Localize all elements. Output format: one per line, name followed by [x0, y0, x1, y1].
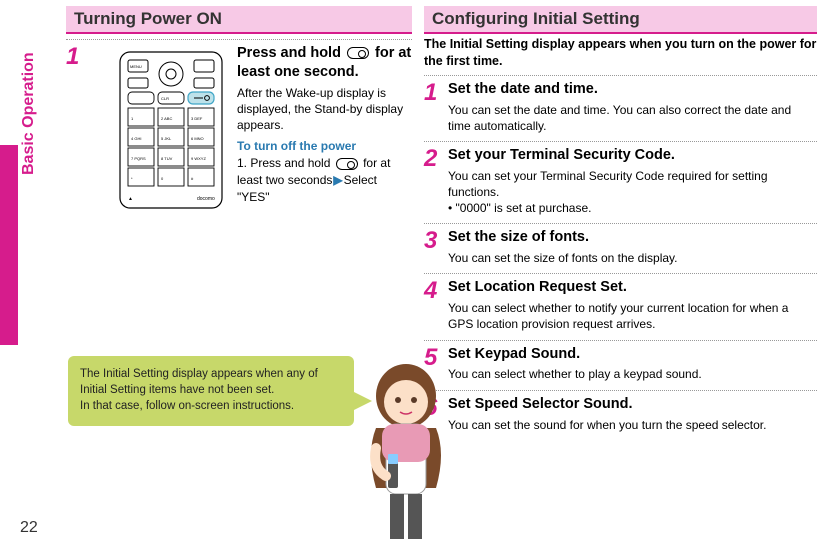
- step-number: 1: [424, 80, 448, 134]
- svg-text:3 DEF: 3 DEF: [191, 116, 203, 121]
- svg-text:▲: ▲: [128, 196, 133, 202]
- step-desc: You can select whether to notify your cu…: [448, 300, 817, 332]
- callout-line-1: The Initial Setting display appears when…: [80, 366, 342, 398]
- title-text-pre: Press and hold: [237, 45, 345, 61]
- section-header-initial-setting: Configuring Initial Setting: [424, 6, 817, 34]
- step-number: 3: [424, 228, 448, 266]
- end-key-icon: [347, 47, 369, 59]
- divider: [66, 39, 412, 40]
- step-1-body: Press and hold for at least one second. …: [237, 44, 412, 210]
- step-row: 1 MENU CLR: [66, 44, 412, 210]
- sub-heading-power-off: To turn off the power: [237, 139, 412, 153]
- step-number: 4: [424, 278, 448, 332]
- character-illustration: [346, 358, 466, 543]
- step-title: Set Speed Selector Sound.: [448, 395, 817, 414]
- end-key-icon: [336, 158, 358, 170]
- step-desc: You can select whether to play a keypad …: [448, 366, 817, 382]
- intro-text: The Initial Setting display appears when…: [424, 36, 817, 70]
- step-row: 1 Set the date and time. You can set the…: [424, 80, 817, 134]
- step-desc: You can set the size of fonts on the dis…: [448, 250, 817, 266]
- sub-pre: 1. Press and hold: [237, 156, 334, 170]
- right-column: Configuring Initial Setting The Initial …: [424, 6, 817, 543]
- divider: [424, 340, 817, 341]
- left-margin: [0, 0, 18, 543]
- svg-text:4 GHI: 4 GHI: [131, 136, 141, 141]
- svg-text:docomo: docomo: [197, 196, 215, 202]
- phone-illustration: MENU CLR 1: [114, 50, 229, 210]
- step-row: 4 Set Location Request Set. You can sele…: [424, 278, 817, 332]
- divider: [424, 273, 817, 274]
- step-desc: You can set your Terminal Security Code …: [448, 168, 817, 200]
- step-1-desc: After the Wake-up display is displayed, …: [237, 85, 412, 134]
- svg-text:6 MNO: 6 MNO: [191, 136, 204, 141]
- step-row: 6 Set Speed Selector Sound. You can set …: [424, 395, 817, 433]
- svg-text:7 PQRS: 7 PQRS: [131, 156, 146, 161]
- svg-text:8 TUV: 8 TUV: [161, 156, 173, 161]
- svg-text:5 JKL: 5 JKL: [161, 136, 172, 141]
- step-title: Set Keypad Sound.: [448, 345, 817, 364]
- step-number-1: 1: [66, 44, 90, 210]
- step-row: 2 Set your Terminal Security Code. You c…: [424, 146, 817, 216]
- svg-text:MENU: MENU: [130, 64, 142, 69]
- step-row: 3 Set the size of fonts. You can set the…: [424, 228, 817, 266]
- callout-box: The Initial Setting display appears when…: [68, 356, 354, 426]
- svg-text:9 WXYZ: 9 WXYZ: [191, 156, 206, 161]
- divider: [424, 141, 817, 142]
- step-title: Set the size of fonts.: [448, 228, 817, 247]
- divider: [424, 223, 817, 224]
- side-label: Basic Operation: [20, 52, 38, 175]
- step-desc: You can set the sound for when you turn …: [448, 417, 817, 433]
- divider: [424, 390, 817, 391]
- step-bullet: • "0000" is set at purchase.: [448, 200, 817, 216]
- svg-text:2 ABC: 2 ABC: [161, 116, 172, 121]
- page-number: 22: [20, 519, 38, 537]
- step-title: Set your Terminal Security Code.: [448, 146, 817, 165]
- arrow-icon: ▶: [332, 173, 343, 187]
- svg-text:CLR: CLR: [161, 96, 169, 101]
- callout-line-2: In that case, follow on-screen instructi…: [80, 398, 342, 414]
- step-desc: You can set the date and time. You can a…: [448, 102, 817, 134]
- step-row: 5 Set Keypad Sound. You can select wheth…: [424, 345, 817, 383]
- step-number: 2: [424, 146, 448, 216]
- divider: [424, 75, 817, 76]
- step-title: Set Location Request Set.: [448, 278, 817, 297]
- step-title: Set the date and time.: [448, 80, 817, 99]
- step-1-title: Press and hold for at least one second.: [237, 44, 412, 82]
- section-tab: [0, 145, 18, 345]
- sub-step: 1. Press and hold for at least two secon…: [237, 155, 412, 205]
- section-header-power-on: Turning Power ON: [66, 6, 412, 34]
